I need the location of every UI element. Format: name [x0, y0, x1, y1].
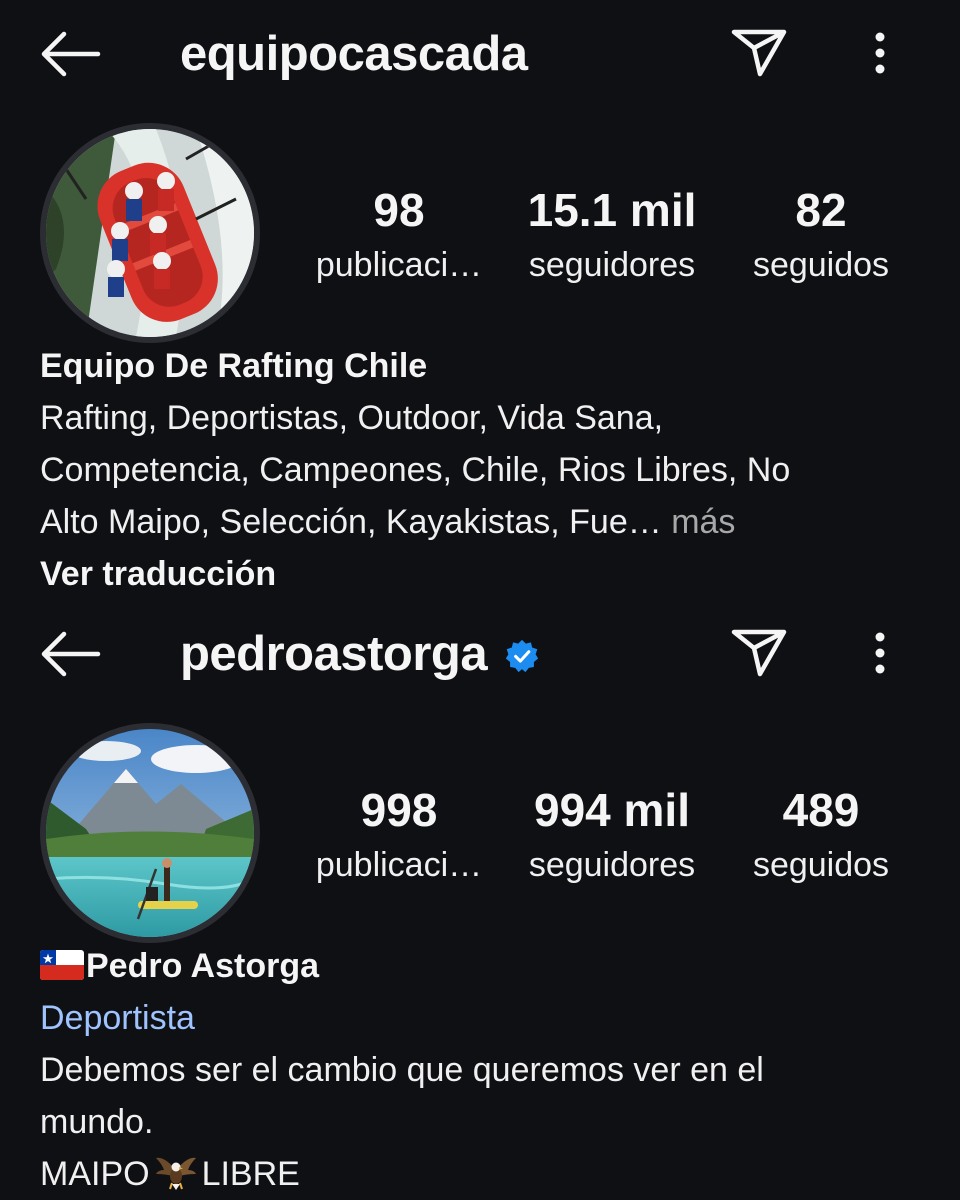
username: pedroastorga	[180, 626, 488, 681]
following-count: 82	[795, 184, 847, 236]
paper-plane-icon	[731, 629, 787, 677]
river-photo	[46, 729, 254, 937]
posts-label: publicaci…	[315, 846, 483, 884]
arrow-left-icon	[41, 31, 101, 77]
back-button[interactable]	[38, 28, 102, 80]
arrow-left-icon	[41, 631, 101, 677]
following-label: seguidos	[752, 246, 890, 284]
send-message-button[interactable]	[730, 26, 788, 78]
following-label: seguidos	[752, 846, 890, 884]
followers-count: 15.1 mil	[527, 184, 697, 236]
more-options-button[interactable]	[862, 30, 898, 78]
profile-header: equipocascada	[0, 0, 960, 110]
posts-count: 98	[373, 184, 425, 236]
bio-line-truncated: Alto Maipo, Selección, Kayakistas, Fue… …	[40, 496, 920, 548]
followers-label: seguidores	[528, 246, 696, 284]
bio-name: Pedro Astorga	[86, 947, 320, 985]
bio-name-row: Pedro Astorga	[40, 940, 920, 992]
vertical-dots-icon	[875, 632, 885, 674]
bio-line: Rafting, Deportistas, Outdoor, Vida Sana…	[40, 399, 664, 437]
stat-posts[interactable]: 998 publicaci…	[303, 782, 495, 892]
stat-followers[interactable]: 15.1 mil seguidores	[512, 182, 712, 292]
rafting-photo	[46, 129, 254, 337]
more-options-button[interactable]	[862, 630, 898, 678]
profile-avatar[interactable]	[40, 723, 260, 943]
bio-line-emoji: MAIPO LIBRE	[40, 1148, 920, 1200]
bio-text-end: LIBRE	[201, 1155, 300, 1193]
followers-label: seguidores	[528, 846, 696, 884]
bio-text-start: MAIPO	[40, 1155, 150, 1193]
chile-flag-icon	[40, 950, 84, 980]
bio-line: mundo.	[40, 1103, 154, 1141]
eagle-icon	[155, 1157, 196, 1190]
followers-count: 994 mil	[534, 784, 690, 836]
profile-bio: Pedro Astorga Deportista Debemos ser el …	[40, 940, 920, 1200]
username-wrap: pedroastorga	[180, 622, 539, 686]
profile-bio: Equipo De Rafting Chile Rafting, Deporti…	[40, 340, 920, 600]
bio-line-text: Alto Maipo, Selección, Kayakistas, Fue…	[40, 503, 662, 541]
stat-followers[interactable]: 994 mil seguidores	[512, 782, 712, 892]
username-wrap: equipocascada	[180, 22, 528, 86]
posts-label: publicaci…	[315, 246, 483, 284]
vertical-dots-icon	[875, 32, 885, 74]
profile-header: pedroastorga	[0, 600, 960, 710]
stat-following[interactable]: 489 seguidos	[736, 782, 906, 892]
bio-name: Equipo De Rafting Chile	[40, 347, 428, 385]
send-message-button[interactable]	[730, 626, 788, 678]
stat-posts[interactable]: 98 publicaci…	[303, 182, 495, 292]
username: equipocascada	[180, 26, 528, 81]
profile-avatar[interactable]	[40, 123, 260, 343]
following-count: 489	[782, 784, 860, 836]
see-translation-link[interactable]: Ver traducción	[40, 548, 276, 600]
bio-category[interactable]: Deportista	[40, 992, 920, 1044]
bio-line: Debemos ser el cambio que queremos ver e…	[40, 1051, 764, 1089]
back-button[interactable]	[38, 628, 102, 680]
paper-plane-icon	[731, 29, 787, 77]
verified-badge-icon	[505, 639, 539, 673]
posts-count: 998	[360, 784, 438, 836]
more-link[interactable]: más	[671, 503, 735, 541]
bio-line: Competencia, Campeones, Chile, Rios Libr…	[40, 451, 791, 489]
stat-following[interactable]: 82 seguidos	[736, 182, 906, 292]
